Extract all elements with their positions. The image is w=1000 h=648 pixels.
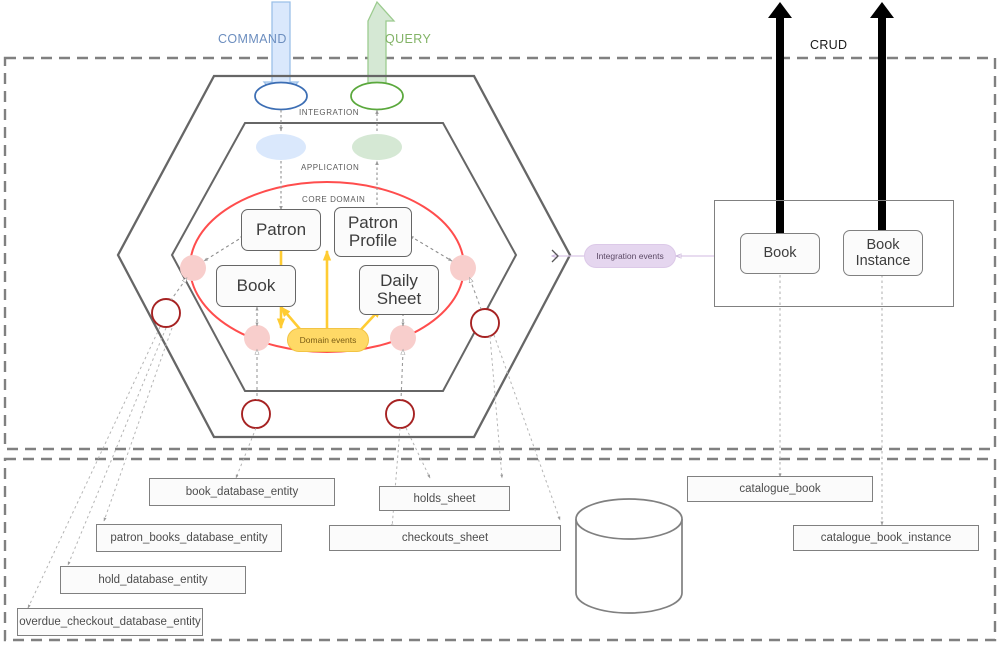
aggregate-daily-sheet-line1: Daily <box>380 270 418 290</box>
aggregate-patron-label: Patron <box>255 219 307 239</box>
crud-entity-book[interactable]: Book <box>740 233 820 274</box>
port-south-east[interactable] <box>390 325 416 351</box>
database-cylinder-icon <box>575 498 683 614</box>
aggregate-daily-sheet-label: Daily Sheet <box>376 270 422 309</box>
table-hold-database-entity-label: hold_database_entity <box>98 574 208 586</box>
command-adapter-ellipse[interactable] <box>254 81 308 111</box>
table-catalogue-book[interactable]: catalogue_book <box>687 476 873 502</box>
integration-events-pill[interactable]: Integration events <box>584 244 676 268</box>
command-handler-ellipse[interactable] <box>256 134 306 160</box>
table-hold-database-entity[interactable]: hold_database_entity <box>60 566 246 594</box>
aggregate-daily-sheet[interactable]: Daily Sheet <box>359 265 439 315</box>
aggregate-patron[interactable]: Patron <box>241 209 321 251</box>
crud-entity-book-instance-line1: Book <box>866 236 900 253</box>
query-adapter-ellipse[interactable] <box>350 81 404 111</box>
crud-entity-book-instance-label: Book Instance <box>856 237 911 269</box>
table-overdue-checkout-database-entity[interactable]: overdue_checkout_database_entity <box>17 608 203 636</box>
aggregate-patron-profile[interactable]: Patron Profile <box>334 207 412 257</box>
adapter-south-west[interactable] <box>241 399 271 429</box>
adapter-east[interactable] <box>470 308 500 338</box>
table-catalogue-book-label: catalogue_book <box>739 483 821 495</box>
aggregate-patron-profile-label: Patron Profile <box>347 212 399 251</box>
crud-entity-book-label: Book <box>763 245 797 262</box>
diagram-canvas: COMMAND QUERY CRUD INTEGRATION APPLICATI… <box>0 0 1000 648</box>
port-south-west[interactable] <box>244 325 270 351</box>
domain-events-pill[interactable]: Domain events <box>287 328 369 352</box>
integration-events-label: Integration events <box>596 251 664 261</box>
table-catalogue-book-instance[interactable]: catalogue_book_instance <box>793 525 979 551</box>
table-checkouts-sheet[interactable]: checkouts_sheet <box>329 525 561 551</box>
aggregate-book-label: Book <box>236 275 276 295</box>
table-holds-sheet[interactable]: holds_sheet <box>379 486 510 511</box>
crud-entity-book-instance[interactable]: Book Instance <box>843 230 923 276</box>
table-holds-sheet-label: holds_sheet <box>413 492 476 505</box>
table-patron-books-database-entity-label: patron_books_database_entity <box>110 532 268 544</box>
table-catalogue-book-instance-label: catalogue_book_instance <box>820 532 952 544</box>
domain-events-label: Domain events <box>299 335 357 345</box>
port-west-upper[interactable] <box>180 255 206 281</box>
aggregate-patron-profile-line1: Patron <box>347 212 399 232</box>
adapter-west[interactable] <box>151 298 181 328</box>
aggregate-patron-profile-line2: Profile <box>348 231 398 250</box>
table-patron-books-database-entity[interactable]: patron_books_database_entity <box>96 524 282 552</box>
crud-entity-book-instance-line2: Instance <box>855 253 911 269</box>
adapter-south-east[interactable] <box>385 399 415 429</box>
aggregate-book[interactable]: Book <box>216 265 296 307</box>
table-checkouts-sheet-label: checkouts_sheet <box>401 532 489 544</box>
table-book-database-entity[interactable]: book_database_entity <box>149 478 335 506</box>
query-handler-ellipse[interactable] <box>352 134 402 160</box>
table-book-database-entity-label: book_database_entity <box>185 486 299 498</box>
port-east-upper[interactable] <box>450 255 476 281</box>
table-overdue-checkout-database-entity-label: overdue_checkout_database_entity <box>19 616 201 628</box>
aggregate-daily-sheet-line2: Sheet <box>376 289 422 308</box>
